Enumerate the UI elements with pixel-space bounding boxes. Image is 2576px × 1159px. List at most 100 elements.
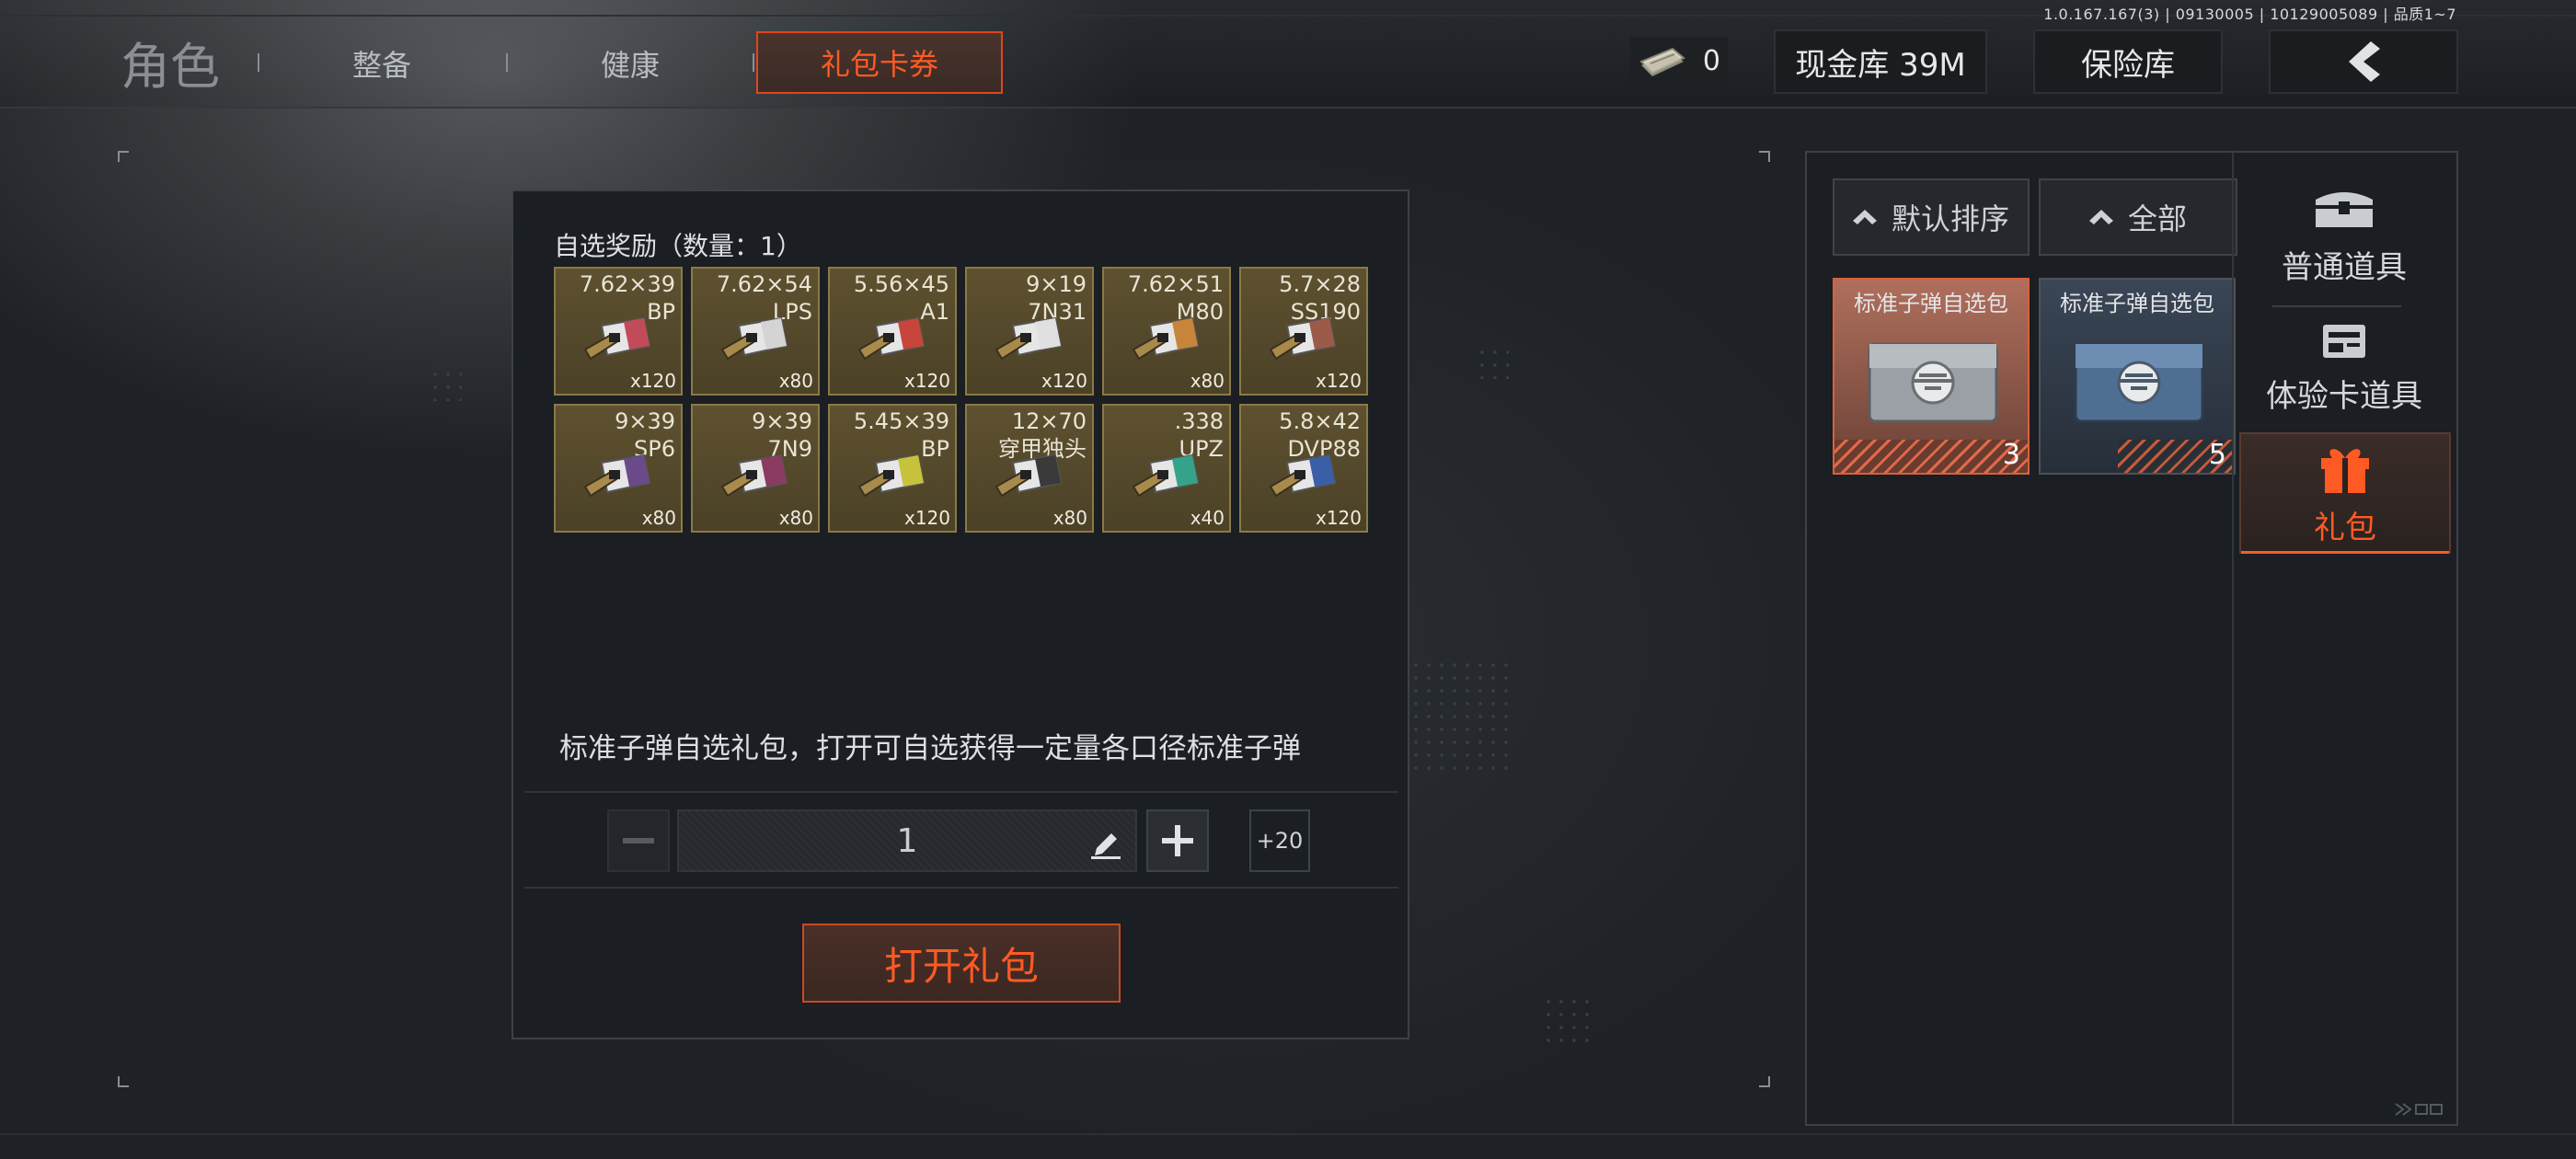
edit-pencil-icon[interactable] — [1089, 826, 1122, 859]
reward-panel: 自选奖励（数量：1） 7.62×39 BP x120 7.62×54 LPS x80 5… — [512, 189, 1409, 1039]
increase-button[interactable] — [1146, 809, 1209, 872]
ammo-reward-tile[interactable]: 5.8×42 DVP88 x120 — [1239, 404, 1368, 533]
bottom-divider — [0, 1133, 2576, 1135]
ammo-reward-tile[interactable]: 5.45×39 BP x120 — [828, 404, 957, 533]
quantity-value: 1 — [896, 822, 918, 860]
ammo-box-icon — [720, 316, 788, 361]
divider — [524, 791, 1398, 793]
category-label: 普通道具 — [2282, 248, 2407, 286]
category-divider — [2272, 305, 2401, 307]
safe-vault-button[interactable]: 保险库 — [2033, 29, 2223, 94]
ammo-reward-tile[interactable]: 7.62×54 LPS x80 — [691, 267, 820, 396]
ammo-crate-icon — [2074, 342, 2204, 423]
pack-description: 标准子弹自选礼包，打开可自选获得一定量各口径标准子弹 — [559, 732, 1301, 765]
ammo-reward-tile[interactable]: 7.62×51 M80 x80 — [1102, 267, 1231, 396]
ammo-quantity: x120 — [1041, 370, 1087, 392]
ammo-reward-tile[interactable]: 9×19 7N31 x120 — [965, 267, 1094, 396]
chevron-up-icon — [2088, 210, 2113, 224]
ammo-box-icon — [995, 453, 1063, 498]
category-label: 体验卡道具 — [2266, 377, 2422, 415]
chest-icon — [2316, 191, 2373, 227]
ammo-reward-tile[interactable]: 9×39 SP6 x80 — [554, 404, 683, 533]
ammo-quantity: x80 — [641, 507, 676, 529]
tab-equipment[interactable]: 整备 — [313, 31, 451, 96]
rarity-stripe — [1834, 440, 2028, 473]
decrease-button[interactable] — [607, 809, 670, 872]
cash-bundle-icon — [1639, 47, 1685, 76]
ammo-quantity: x80 — [778, 507, 813, 529]
ammo-box-icon — [1269, 316, 1337, 361]
ammo-box-icon — [1269, 453, 1337, 498]
reward-grid: 7.62×39 BP x120 7.62×54 LPS x80 5.56×45 A1 x1… — [554, 267, 1369, 533]
inventory-item-selected[interactable]: 标准子弹自选包 3 — [1833, 278, 2030, 475]
tab-separator — [506, 53, 508, 72]
ammo-reward-tile[interactable]: 5.56×45 A1 x120 — [828, 267, 957, 396]
category-trial-cards[interactable]: 体验卡道具 — [2247, 309, 2442, 429]
sort-dropdown[interactable]: 默认排序 — [1833, 178, 2030, 256]
ammo-reward-tile[interactable]: 9×39 7N9 x80 — [691, 404, 820, 533]
item-label: 标准子弹自选包 — [2060, 291, 2214, 316]
back-arrow-icon — [2349, 41, 2380, 82]
ammo-box-icon — [583, 316, 651, 361]
corner-bracket — [1759, 1076, 1770, 1087]
cash-vault-button[interactable]: 现金库 39M — [1774, 29, 1987, 94]
decor-dots — [429, 368, 462, 401]
open-pack-button[interactable]: 打开礼包 — [802, 924, 1121, 1003]
tab-gift-vouchers[interactable]: 礼包卡券 — [756, 31, 1003, 94]
corner-bracket — [1759, 151, 1770, 162]
active-indicator — [2241, 551, 2449, 554]
plus-icon — [1162, 825, 1193, 856]
ammo-box-icon — [720, 453, 788, 498]
ammo-reward-tile[interactable]: 5.7×28 SS190 x120 — [1239, 267, 1368, 396]
ammo-reward-tile[interactable]: 7.62×39 BP x120 — [554, 267, 683, 396]
ammo-box-icon — [857, 316, 926, 361]
reward-title: 自选奖励（数量：1） — [554, 231, 802, 261]
tab-separator — [753, 53, 754, 72]
inventory-item[interactable]: 标准子弹自选包 5 — [2039, 278, 2236, 475]
card-icon — [2323, 324, 2365, 358]
decor-dots — [1476, 346, 1509, 379]
sort-label: 默认排序 — [1891, 201, 2009, 236]
more-arrows-icon — [2395, 1103, 2443, 1116]
top-navigation-bar: 1.0.167.167(3) | 09130005 | 10129005089 … — [0, 0, 2576, 109]
ammo-quantity: x80 — [778, 370, 813, 392]
ammo-quantity: x80 — [1190, 370, 1225, 392]
inventory-panel: 默认排序 全部 标准子弹自选包 3 标准子弹自选包 5 普通道具 体验卡道具 礼… — [1805, 151, 2458, 1126]
quantity-field[interactable]: 1 — [677, 809, 1137, 872]
ammo-reward-tile[interactable]: 12×70 穿甲独头 x80 — [965, 404, 1094, 533]
corner-bracket — [118, 151, 129, 162]
money-display: 0 — [1630, 37, 1728, 85]
money-value: 0 — [1702, 44, 1720, 77]
item-count: 3 — [2002, 439, 2020, 471]
corner-bracket — [118, 1076, 129, 1087]
decor-dots — [1409, 659, 1511, 778]
category-gift-packs[interactable]: 礼包 — [2239, 432, 2451, 554]
tab-separator — [258, 53, 259, 72]
add-20-button[interactable]: +20 — [1249, 809, 1310, 872]
ammo-quantity: x80 — [1052, 507, 1087, 529]
category-label: 礼包 — [2314, 509, 2376, 546]
filter-dropdown[interactable]: 全部 — [2039, 178, 2237, 256]
back-button[interactable] — [2269, 29, 2458, 94]
gift-icon — [2321, 448, 2369, 493]
ammo-box-icon — [995, 316, 1063, 361]
ammo-quantity: x120 — [1315, 507, 1362, 529]
item-count: 5 — [2208, 439, 2226, 471]
version-info: 1.0.167.167(3) | 09130005 | 10129005089 … — [2043, 6, 2456, 23]
ammo-quantity: x120 — [903, 507, 950, 529]
ammo-box-icon — [1132, 453, 1200, 498]
ammo-quantity: x40 — [1190, 507, 1225, 529]
chevron-up-icon — [1852, 210, 1877, 224]
panel-divider — [2232, 153, 2234, 1124]
ammo-reward-tile[interactable]: .338 UPZ x40 — [1102, 404, 1231, 533]
divider — [524, 887, 1398, 889]
ammo-quantity: x120 — [629, 370, 676, 392]
minus-icon — [623, 838, 654, 843]
filter-label: 全部 — [2127, 201, 2187, 236]
ammo-box-icon — [1132, 316, 1200, 361]
decor-dots — [1542, 995, 1597, 1050]
tab-role[interactable]: 角色 — [120, 29, 221, 96]
category-normal-items[interactable]: 普通道具 — [2247, 177, 2442, 307]
ammo-quantity: x120 — [903, 370, 950, 392]
tab-health[interactable]: 健康 — [561, 31, 699, 96]
